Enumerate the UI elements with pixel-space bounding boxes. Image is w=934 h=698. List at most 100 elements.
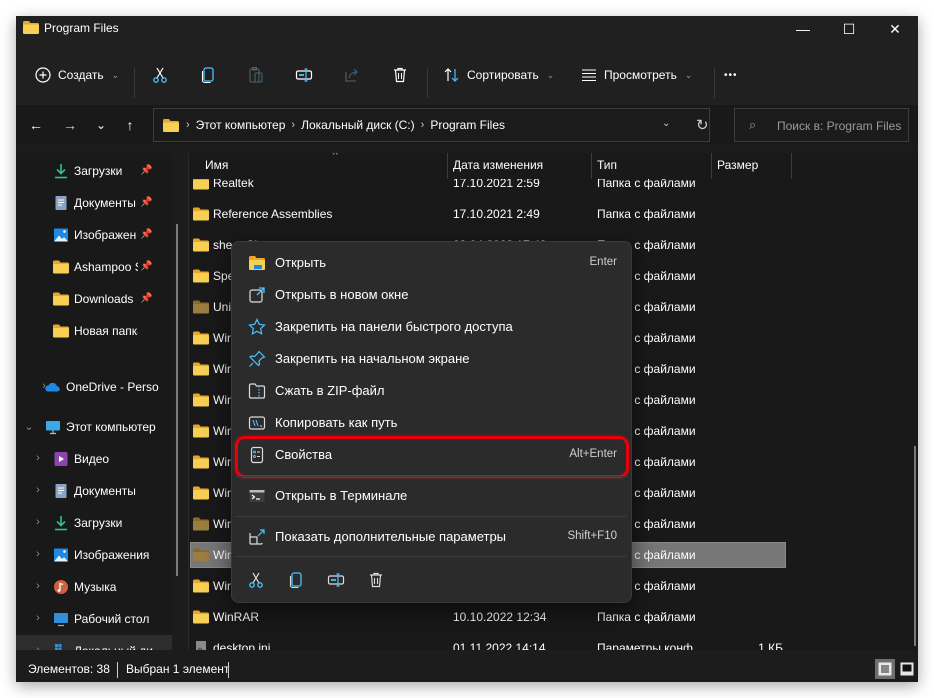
sidebar-item-label: Изображен (74, 228, 137, 242)
menu-item-label: Закрепить на начальном экране (275, 351, 470, 366)
file-row[interactable]: desktop.ini 01.11.2022 14:14 Параметры к… (189, 634, 918, 650)
breadcrumb-this-pc[interactable]: Этот компьютер (196, 118, 286, 132)
sort-button[interactable]: Сортировать ⌄ (443, 63, 554, 87)
context-menu-item[interactable]: Закрепить на начальном экране (236, 344, 627, 374)
context-menu-item[interactable]: Сжать в ZIP-файл (236, 376, 627, 406)
sidebar-scrollbar[interactable] (176, 224, 178, 576)
details-view-button[interactable] (875, 659, 895, 679)
cut-button[interactable] (151, 63, 169, 87)
share-icon (345, 68, 358, 82)
view-button[interactable]: Просмотреть ⌄ (580, 63, 692, 87)
new-button[interactable]: Создать ⌄ (34, 63, 119, 87)
column-separator[interactable] (791, 153, 792, 179)
breadcrumb-local-disk[interactable]: Локальный диск (C:) (301, 118, 415, 132)
breadcrumb: › Этот компьютер › Локальный диск (C:) ›… (186, 118, 505, 132)
pin-icon[interactable]: 📌 (140, 165, 152, 176)
folder-icon (193, 548, 209, 562)
menu-copy-button[interactable] (284, 568, 308, 592)
chevron-right-icon[interactable]: › (33, 452, 43, 464)
sidebar-item-quick-access[interactable]: Документы 📌 (16, 187, 172, 219)
sidebar-item-this-pc-child[interactable]: › Изображения (16, 539, 172, 571)
share-button[interactable] (343, 63, 361, 87)
toolbar-separator (714, 68, 715, 98)
sidebar-item-this-pc-child[interactable]: › Загрузки (16, 507, 172, 539)
back-button[interactable]: ← (26, 115, 46, 135)
sidebar-item-quick-access[interactable]: Загрузки 📌 (16, 155, 172, 187)
cut-icon (249, 572, 263, 588)
menu-item-label: Открыть в новом окне (275, 287, 409, 302)
column-name[interactable]: Имя (205, 158, 228, 172)
chevron-right-icon[interactable]: › (33, 612, 43, 624)
menu-delete-button[interactable] (364, 568, 388, 592)
context-menu-item[interactable]: Копировать как путь (236, 408, 627, 438)
delete-button[interactable] (391, 63, 409, 87)
column-separator[interactable] (447, 153, 448, 179)
chevron-right-icon[interactable]: › (33, 580, 43, 592)
context-menu-item[interactable]: Показать дополнительные параметры Shift+… (236, 522, 627, 552)
maximize-button[interactable]: ☐ (826, 16, 872, 42)
chevron-right-icon[interactable]: › (33, 484, 43, 496)
context-menu-item[interactable]: Свойства Alt+Enter (236, 440, 627, 470)
desktop-icon (54, 613, 68, 627)
address-bar[interactable]: › Этот компьютер › Локальный диск (C:) ›… (153, 108, 710, 142)
chevron-right-icon[interactable]: › (33, 516, 43, 528)
file-row[interactable]: Reference Assemblies 17.10.2021 2:49 Пап… (189, 200, 918, 228)
sidebar-item-quick-access[interactable]: Downloads 📌 (16, 283, 172, 315)
rename-button[interactable] (295, 63, 313, 87)
close-button[interactable]: ✕ (872, 16, 918, 42)
sidebar-item-quick-access[interactable]: Новая папка (16, 315, 172, 347)
tiles-view-button[interactable] (897, 659, 917, 679)
pin-icon[interactable]: 📌 (140, 293, 152, 304)
sidebar-item-label: Изображения (74, 548, 150, 562)
paste-button[interactable] (247, 63, 265, 87)
minimize-button[interactable]: — (780, 16, 826, 42)
column-date[interactable]: Дата изменения (453, 158, 543, 172)
chevron-right-icon[interactable]: › (33, 644, 43, 650)
column-size[interactable]: Размер (717, 158, 758, 172)
cut-icon (153, 67, 167, 83)
sidebar-item-this-pc-child[interactable]: › Локальный ди (16, 635, 172, 650)
sidebar-item-quick-access[interactable]: Изображен 📌 (16, 219, 172, 251)
copy-button[interactable] (199, 63, 217, 87)
pin-icon[interactable]: 📌 (140, 261, 152, 272)
sidebar-item-this-pc-child[interactable]: › Видео (16, 443, 172, 475)
column-separator[interactable] (711, 153, 712, 179)
plus-circle-icon (35, 67, 51, 83)
breadcrumb-program-files[interactable]: Program Files (430, 118, 505, 132)
sidebar-item-quick-access[interactable]: Ashampoo S 📌 (16, 251, 172, 283)
sidebar-item-this-pc-child[interactable]: › Рабочий стол (16, 603, 172, 635)
recent-locations-button[interactable]: ⌄ (91, 115, 111, 135)
refresh-icon[interactable]: ↻ (696, 116, 709, 134)
sidebar-item-this-pc-child[interactable]: › Документы (16, 475, 172, 507)
column-separator[interactable] (591, 153, 592, 179)
more-options-button[interactable]: ••• (724, 63, 738, 87)
up-button[interactable]: ↑ (120, 115, 140, 135)
column-type[interactable]: Тип (597, 158, 617, 172)
download-icon (55, 516, 67, 531)
sidebar-item-this-pc[interactable]: ⌄ Этот компьютер (16, 411, 172, 443)
forward-button[interactable]: → (60, 115, 80, 135)
file-row[interactable]: WinRAR 10.10.2022 12:34 Папка с файлами (189, 603, 918, 631)
sidebar-item-label: Downloads (74, 292, 134, 306)
pin-icon[interactable]: 📌 (140, 197, 152, 208)
sidebar-item-label: Загрузки (74, 164, 123, 178)
sidebar-item-label: OneDrive - Perso (66, 380, 159, 394)
file-date: 01.11.2022 14:14 (453, 641, 546, 650)
context-menu-item[interactable]: Открыть в Терминале (236, 481, 627, 511)
menu-cut-button[interactable] (244, 568, 268, 592)
navigation-pane: Загрузки 📌 Документы 📌 Изображен 📌 Asham… (16, 153, 172, 650)
chevron-right-icon[interactable]: › (33, 548, 43, 560)
chevron-down-icon[interactable]: ⌄ (24, 420, 34, 433)
sidebar-item-this-pc-child[interactable]: › Музыка (16, 571, 172, 603)
sidebar-item-onedrive[interactable]: › OneDrive - Perso (16, 371, 172, 403)
zip-icon (248, 383, 266, 399)
search-box[interactable]: ⌕ Поиск в: Program Files (734, 108, 909, 142)
context-menu-item[interactable]: Открыть в новом окне (236, 280, 627, 310)
context-menu-item[interactable]: Открыть Enter (236, 248, 627, 278)
file-list-scrollbar[interactable] (914, 446, 916, 646)
context-menu-item[interactable]: Закрепить на панели быстрого доступа (236, 312, 627, 342)
menu-rename-button[interactable] (324, 568, 348, 592)
settings-file-icon (196, 641, 206, 650)
pin-icon[interactable]: 📌 (140, 229, 152, 240)
address-dropdown-icon[interactable]: ⌄ (662, 118, 670, 129)
